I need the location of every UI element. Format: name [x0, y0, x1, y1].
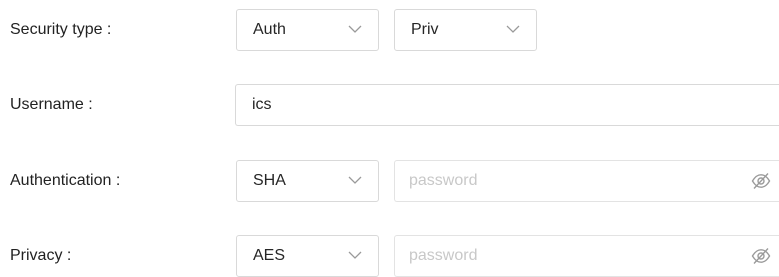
username-label: Username :: [10, 96, 93, 113]
privacy-password-field: [394, 235, 779, 277]
eye-off-icon[interactable]: [751, 172, 771, 190]
chevron-down-icon: [348, 25, 362, 33]
priv-select[interactable]: Priv: [394, 9, 537, 51]
privacy-label: Privacy :: [10, 247, 72, 264]
auth-select-value: Auth: [253, 21, 286, 38]
authentication-row: Authentication : SHA: [0, 160, 779, 202]
auth-select[interactable]: Auth: [236, 9, 379, 51]
security-type-label: Security type :: [10, 21, 112, 38]
authentication-protocol-value: SHA: [253, 172, 286, 189]
privacy-protocol-select[interactable]: AES: [236, 235, 379, 277]
privacy-row: Privacy : AES: [0, 235, 779, 277]
authentication-label: Authentication :: [10, 172, 121, 189]
authentication-password-field: [394, 160, 779, 202]
chevron-down-icon: [506, 25, 520, 33]
username-row: Username :: [0, 84, 779, 126]
authentication-protocol-select[interactable]: SHA: [236, 160, 379, 202]
security-type-row: Security type : Auth Priv: [0, 9, 779, 51]
username-input[interactable]: [235, 84, 779, 126]
privacy-protocol-value: AES: [253, 247, 286, 264]
priv-select-value: Priv: [411, 21, 439, 38]
eye-off-icon[interactable]: [751, 247, 771, 265]
chevron-down-icon: [348, 251, 362, 259]
privacy-password-input[interactable]: [395, 236, 735, 276]
authentication-password-input[interactable]: [395, 161, 735, 201]
chevron-down-icon: [348, 176, 362, 184]
